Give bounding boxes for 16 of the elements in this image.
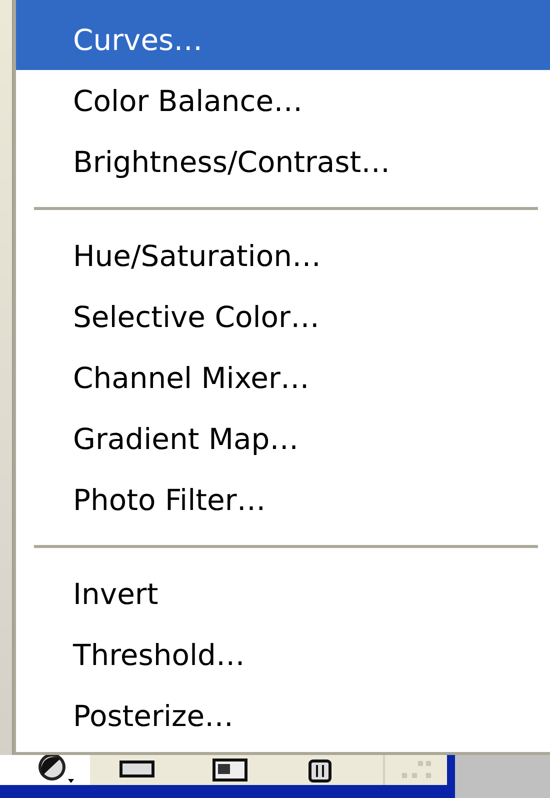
menu-item[interactable]: Hue/Saturation… bbox=[16, 225, 550, 286]
menu-item[interactable]: Posterize… bbox=[16, 685, 550, 746]
trash-icon[interactable] bbox=[306, 757, 334, 783]
layer-icon[interactable] bbox=[118, 760, 155, 780]
menu-item[interactable]: Photo Filter… bbox=[16, 469, 550, 530]
menu-item[interactable]: Channel Mixer… bbox=[16, 347, 550, 408]
menu-item[interactable]: Threshold… bbox=[16, 624, 550, 685]
window-border bbox=[447, 755, 455, 785]
menu-item[interactable]: Selective Color… bbox=[16, 286, 550, 347]
new-layer-icon[interactable] bbox=[212, 758, 248, 782]
menu-item[interactable]: Color Balance… bbox=[16, 70, 550, 131]
menu-item[interactable]: Gradient Map… bbox=[16, 408, 550, 469]
menu-item[interactable]: Brightness/Contrast… bbox=[16, 131, 550, 192]
half-circle-icon[interactable] bbox=[36, 755, 76, 785]
menu-item[interactable]: Curves… bbox=[16, 0, 550, 70]
menu-item[interactable]: Invert bbox=[16, 563, 550, 624]
